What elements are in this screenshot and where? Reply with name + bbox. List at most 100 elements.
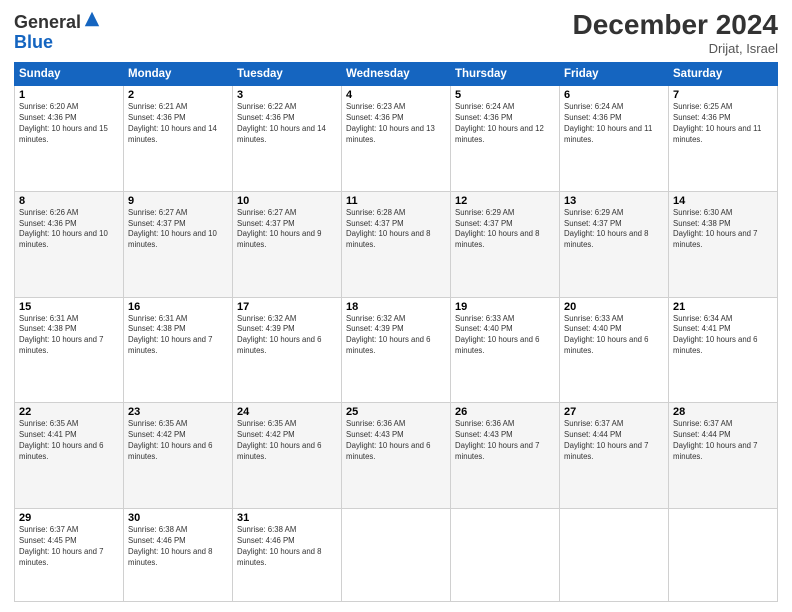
calendar-cell: 31Sunrise: 6:38 AMSunset: 4:46 PMDayligh… <box>233 509 342 602</box>
day-info: Sunrise: 6:22 AMSunset: 4:36 PMDaylight:… <box>237 102 337 146</box>
day-info: Sunrise: 6:31 AMSunset: 4:38 PMDaylight:… <box>128 314 228 358</box>
logo-icon <box>83 10 101 28</box>
calendar-cell: 8Sunrise: 6:26 AMSunset: 4:36 PMDaylight… <box>15 191 124 297</box>
day-info: Sunrise: 6:38 AMSunset: 4:46 PMDaylight:… <box>237 525 337 569</box>
day-number: 14 <box>673 195 773 207</box>
day-number: 11 <box>346 195 446 207</box>
calendar-cell: 20Sunrise: 6:33 AMSunset: 4:40 PMDayligh… <box>560 297 669 403</box>
calendar-cell <box>342 509 451 602</box>
day-number: 22 <box>19 406 119 418</box>
day-number: 27 <box>564 406 664 418</box>
day-info: Sunrise: 6:35 AMSunset: 4:42 PMDaylight:… <box>237 419 337 463</box>
calendar-cell: 14Sunrise: 6:30 AMSunset: 4:38 PMDayligh… <box>669 191 778 297</box>
page: General Blue December 2024 Drijat, Israe… <box>0 0 792 612</box>
day-number: 26 <box>455 406 555 418</box>
logo-blue: Blue <box>14 32 53 52</box>
col-header-monday: Monday <box>124 62 233 85</box>
day-number: 31 <box>237 512 337 524</box>
col-header-thursday: Thursday <box>451 62 560 85</box>
day-info: Sunrise: 6:28 AMSunset: 4:37 PMDaylight:… <box>346 208 446 252</box>
day-number: 2 <box>128 89 228 101</box>
day-number: 15 <box>19 301 119 313</box>
day-info: Sunrise: 6:24 AMSunset: 4:36 PMDaylight:… <box>455 102 555 146</box>
day-number: 30 <box>128 512 228 524</box>
calendar-cell: 25Sunrise: 6:36 AMSunset: 4:43 PMDayligh… <box>342 403 451 509</box>
calendar-header-row: SundayMondayTuesdayWednesdayThursdayFrid… <box>15 62 778 85</box>
day-info: Sunrise: 6:38 AMSunset: 4:46 PMDaylight:… <box>128 525 228 569</box>
day-info: Sunrise: 6:27 AMSunset: 4:37 PMDaylight:… <box>237 208 337 252</box>
col-header-saturday: Saturday <box>669 62 778 85</box>
calendar-cell: 19Sunrise: 6:33 AMSunset: 4:40 PMDayligh… <box>451 297 560 403</box>
day-number: 6 <box>564 89 664 101</box>
day-info: Sunrise: 6:37 AMSunset: 4:45 PMDaylight:… <box>19 525 119 569</box>
day-number: 5 <box>455 89 555 101</box>
title-block: December 2024 Drijat, Israel <box>573 10 778 56</box>
day-info: Sunrise: 6:37 AMSunset: 4:44 PMDaylight:… <box>564 419 664 463</box>
calendar-cell: 12Sunrise: 6:29 AMSunset: 4:37 PMDayligh… <box>451 191 560 297</box>
calendar-cell: 17Sunrise: 6:32 AMSunset: 4:39 PMDayligh… <box>233 297 342 403</box>
calendar-cell: 15Sunrise: 6:31 AMSunset: 4:38 PMDayligh… <box>15 297 124 403</box>
calendar-cell: 27Sunrise: 6:37 AMSunset: 4:44 PMDayligh… <box>560 403 669 509</box>
calendar-cell: 26Sunrise: 6:36 AMSunset: 4:43 PMDayligh… <box>451 403 560 509</box>
calendar-cell: 16Sunrise: 6:31 AMSunset: 4:38 PMDayligh… <box>124 297 233 403</box>
logo-general: General <box>14 12 81 32</box>
calendar-cell: 11Sunrise: 6:28 AMSunset: 4:37 PMDayligh… <box>342 191 451 297</box>
day-number: 23 <box>128 406 228 418</box>
col-header-sunday: Sunday <box>15 62 124 85</box>
calendar-cell: 5Sunrise: 6:24 AMSunset: 4:36 PMDaylight… <box>451 85 560 191</box>
day-info: Sunrise: 6:36 AMSunset: 4:43 PMDaylight:… <box>455 419 555 463</box>
day-number: 8 <box>19 195 119 207</box>
col-header-tuesday: Tuesday <box>233 62 342 85</box>
day-number: 4 <box>346 89 446 101</box>
day-number: 16 <box>128 301 228 313</box>
calendar-cell: 7Sunrise: 6:25 AMSunset: 4:36 PMDaylight… <box>669 85 778 191</box>
day-number: 18 <box>346 301 446 313</box>
day-info: Sunrise: 6:26 AMSunset: 4:36 PMDaylight:… <box>19 208 119 252</box>
calendar-cell: 28Sunrise: 6:37 AMSunset: 4:44 PMDayligh… <box>669 403 778 509</box>
calendar-cell: 23Sunrise: 6:35 AMSunset: 4:42 PMDayligh… <box>124 403 233 509</box>
calendar-cell: 30Sunrise: 6:38 AMSunset: 4:46 PMDayligh… <box>124 509 233 602</box>
day-number: 9 <box>128 195 228 207</box>
day-number: 19 <box>455 301 555 313</box>
day-number: 1 <box>19 89 119 101</box>
day-info: Sunrise: 6:23 AMSunset: 4:36 PMDaylight:… <box>346 102 446 146</box>
day-number: 10 <box>237 195 337 207</box>
day-info: Sunrise: 6:32 AMSunset: 4:39 PMDaylight:… <box>346 314 446 358</box>
calendar-cell: 9Sunrise: 6:27 AMSunset: 4:37 PMDaylight… <box>124 191 233 297</box>
day-info: Sunrise: 6:25 AMSunset: 4:36 PMDaylight:… <box>673 102 773 146</box>
day-number: 21 <box>673 301 773 313</box>
calendar-cell <box>451 509 560 602</box>
header: General Blue December 2024 Drijat, Israe… <box>14 10 778 56</box>
day-number: 24 <box>237 406 337 418</box>
day-number: 17 <box>237 301 337 313</box>
day-info: Sunrise: 6:20 AMSunset: 4:36 PMDaylight:… <box>19 102 119 146</box>
calendar-cell <box>669 509 778 602</box>
day-number: 3 <box>237 89 337 101</box>
calendar-cell: 2Sunrise: 6:21 AMSunset: 4:36 PMDaylight… <box>124 85 233 191</box>
col-header-wednesday: Wednesday <box>342 62 451 85</box>
logo: General Blue <box>14 10 101 53</box>
day-info: Sunrise: 6:36 AMSunset: 4:43 PMDaylight:… <box>346 419 446 463</box>
col-header-friday: Friday <box>560 62 669 85</box>
calendar-cell: 3Sunrise: 6:22 AMSunset: 4:36 PMDaylight… <box>233 85 342 191</box>
day-info: Sunrise: 6:35 AMSunset: 4:42 PMDaylight:… <box>128 419 228 463</box>
day-number: 25 <box>346 406 446 418</box>
location: Drijat, Israel <box>573 41 778 56</box>
day-info: Sunrise: 6:33 AMSunset: 4:40 PMDaylight:… <box>564 314 664 358</box>
day-number: 13 <box>564 195 664 207</box>
day-info: Sunrise: 6:30 AMSunset: 4:38 PMDaylight:… <box>673 208 773 252</box>
calendar-cell: 24Sunrise: 6:35 AMSunset: 4:42 PMDayligh… <box>233 403 342 509</box>
page-title: December 2024 <box>573 10 778 41</box>
calendar-cell: 21Sunrise: 6:34 AMSunset: 4:41 PMDayligh… <box>669 297 778 403</box>
day-info: Sunrise: 6:34 AMSunset: 4:41 PMDaylight:… <box>673 314 773 358</box>
day-info: Sunrise: 6:31 AMSunset: 4:38 PMDaylight:… <box>19 314 119 358</box>
calendar-cell: 4Sunrise: 6:23 AMSunset: 4:36 PMDaylight… <box>342 85 451 191</box>
calendar-cell: 29Sunrise: 6:37 AMSunset: 4:45 PMDayligh… <box>15 509 124 602</box>
day-info: Sunrise: 6:24 AMSunset: 4:36 PMDaylight:… <box>564 102 664 146</box>
day-info: Sunrise: 6:27 AMSunset: 4:37 PMDaylight:… <box>128 208 228 252</box>
calendar-table: SundayMondayTuesdayWednesdayThursdayFrid… <box>14 62 778 602</box>
day-number: 7 <box>673 89 773 101</box>
day-info: Sunrise: 6:29 AMSunset: 4:37 PMDaylight:… <box>564 208 664 252</box>
calendar-cell: 1Sunrise: 6:20 AMSunset: 4:36 PMDaylight… <box>15 85 124 191</box>
calendar-cell: 22Sunrise: 6:35 AMSunset: 4:41 PMDayligh… <box>15 403 124 509</box>
